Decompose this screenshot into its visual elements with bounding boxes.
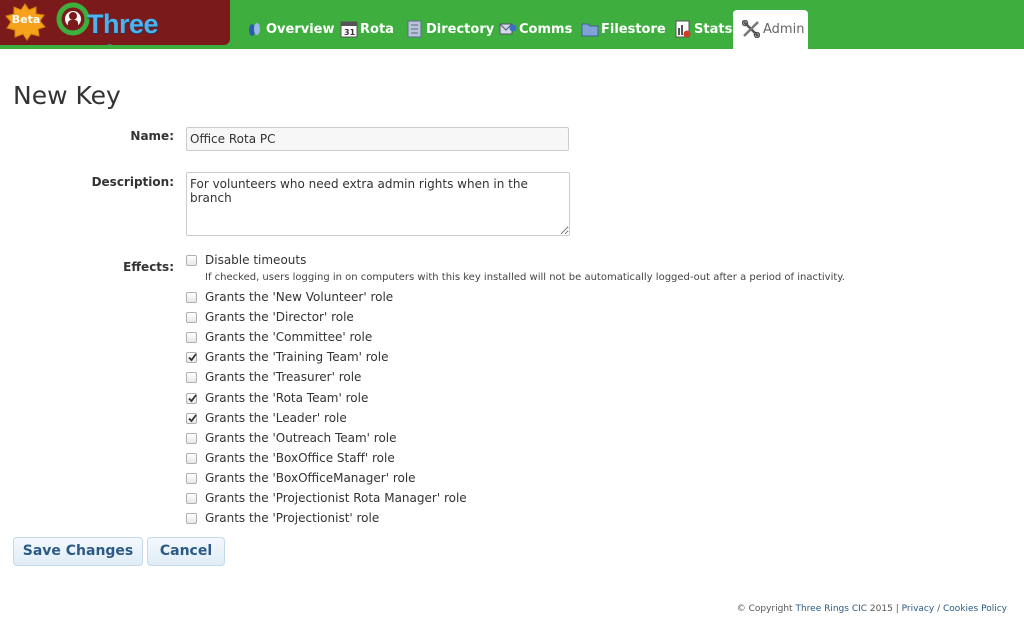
tab-comms[interactable]: Comms xyxy=(499,10,572,49)
role-checkbox[interactable] xyxy=(186,433,197,444)
name-label: Name: xyxy=(130,129,174,143)
role-checkbox[interactable] xyxy=(186,332,197,343)
company-link[interactable]: Three Rings CIC xyxy=(795,604,867,614)
disable-timeouts-checkbox[interactable] xyxy=(186,255,197,266)
role-label[interactable]: Grants the 'New Volunteer' role xyxy=(205,290,393,304)
tab-filestore[interactable]: Filestore xyxy=(581,10,666,49)
logo[interactable]: Beta Three Rings xyxy=(0,0,230,45)
effects-label: Effects: xyxy=(123,260,174,274)
disable-timeouts-help: If checked, users logging in on computer… xyxy=(205,272,845,283)
description-textarea[interactable]: For volunteers who need extra admin righ… xyxy=(186,172,570,236)
role-checkbox[interactable] xyxy=(186,352,197,363)
role-checkbox[interactable] xyxy=(186,493,197,504)
tab-admin[interactable]: Admin xyxy=(733,10,808,49)
copyright-text: © Copyright xyxy=(736,604,793,614)
tools-icon xyxy=(742,20,760,38)
name-input[interactable] xyxy=(186,127,569,151)
tab-overview[interactable]: Overview xyxy=(246,10,335,49)
role-label[interactable]: Grants the 'Projectionist' role xyxy=(205,511,379,525)
role-label[interactable]: Grants the 'Outreach Team' role xyxy=(205,431,397,445)
role-checkbox[interactable] xyxy=(186,393,197,404)
page-title: New Key xyxy=(13,81,121,110)
beta-label: Beta xyxy=(11,13,41,26)
footer: © Copyright Three Rings CIC 2015 | Priva… xyxy=(737,604,1007,614)
calendar-icon: 31 xyxy=(340,21,358,38)
three-rings-logo-icon xyxy=(56,2,90,36)
checkmark-icon xyxy=(188,353,197,362)
footer-separator: | xyxy=(895,604,899,614)
save-changes-button[interactable]: Save Changes xyxy=(13,537,143,566)
tab-rota[interactable]: 31 Rota xyxy=(340,10,394,49)
cancel-button[interactable]: Cancel xyxy=(147,537,225,566)
folder-icon xyxy=(581,23,599,37)
role-label[interactable]: Grants the 'BoxOfficeManager' role xyxy=(205,471,416,485)
role-label[interactable]: Grants the 'BoxOffice Staff' role xyxy=(205,451,395,465)
role-label[interactable]: Grants the 'Training Team' role xyxy=(205,350,389,364)
role-checkbox[interactable] xyxy=(186,312,197,323)
role-checkbox[interactable] xyxy=(186,473,197,484)
overview-icon xyxy=(249,23,260,36)
role-checkbox[interactable] xyxy=(186,372,197,383)
comms-icon xyxy=(499,23,517,35)
stats-icon xyxy=(675,20,691,38)
role-checkbox[interactable] xyxy=(186,513,197,524)
svg-text:31: 31 xyxy=(344,28,356,37)
checkmark-icon xyxy=(188,414,197,423)
cookies-policy-link[interactable]: Cookies Policy xyxy=(943,604,1007,614)
role-label[interactable]: Grants the 'Projectionist Rota Manager' … xyxy=(205,491,467,505)
role-checkbox[interactable] xyxy=(186,453,197,464)
role-label[interactable]: Grants the 'Leader' role xyxy=(205,411,347,425)
role-label[interactable]: Grants the 'Director' role xyxy=(205,310,354,324)
tab-directory[interactable]: Directory xyxy=(406,10,494,49)
role-checkbox[interactable] xyxy=(186,413,197,424)
role-label[interactable]: Grants the 'Committee' role xyxy=(205,330,372,344)
privacy-link[interactable]: Privacy xyxy=(902,604,935,614)
role-label[interactable]: Grants the 'Rota Team' role xyxy=(205,391,368,405)
disable-timeouts-label[interactable]: Disable timeouts xyxy=(205,253,306,267)
checkmark-icon xyxy=(188,394,197,403)
directory-icon xyxy=(407,20,422,38)
footer-slash: / xyxy=(937,604,941,614)
role-checkbox[interactable] xyxy=(186,292,197,303)
tab-stats[interactable]: Stats xyxy=(674,10,732,49)
top-nav-bar: Beta Three Rings Overview 31 Rota xyxy=(0,0,1024,49)
description-label: Description: xyxy=(91,175,174,189)
role-label[interactable]: Grants the 'Treasurer' role xyxy=(205,370,361,384)
copyright-year: 2015 xyxy=(869,604,893,614)
brand-name: Three Rings xyxy=(87,9,160,45)
